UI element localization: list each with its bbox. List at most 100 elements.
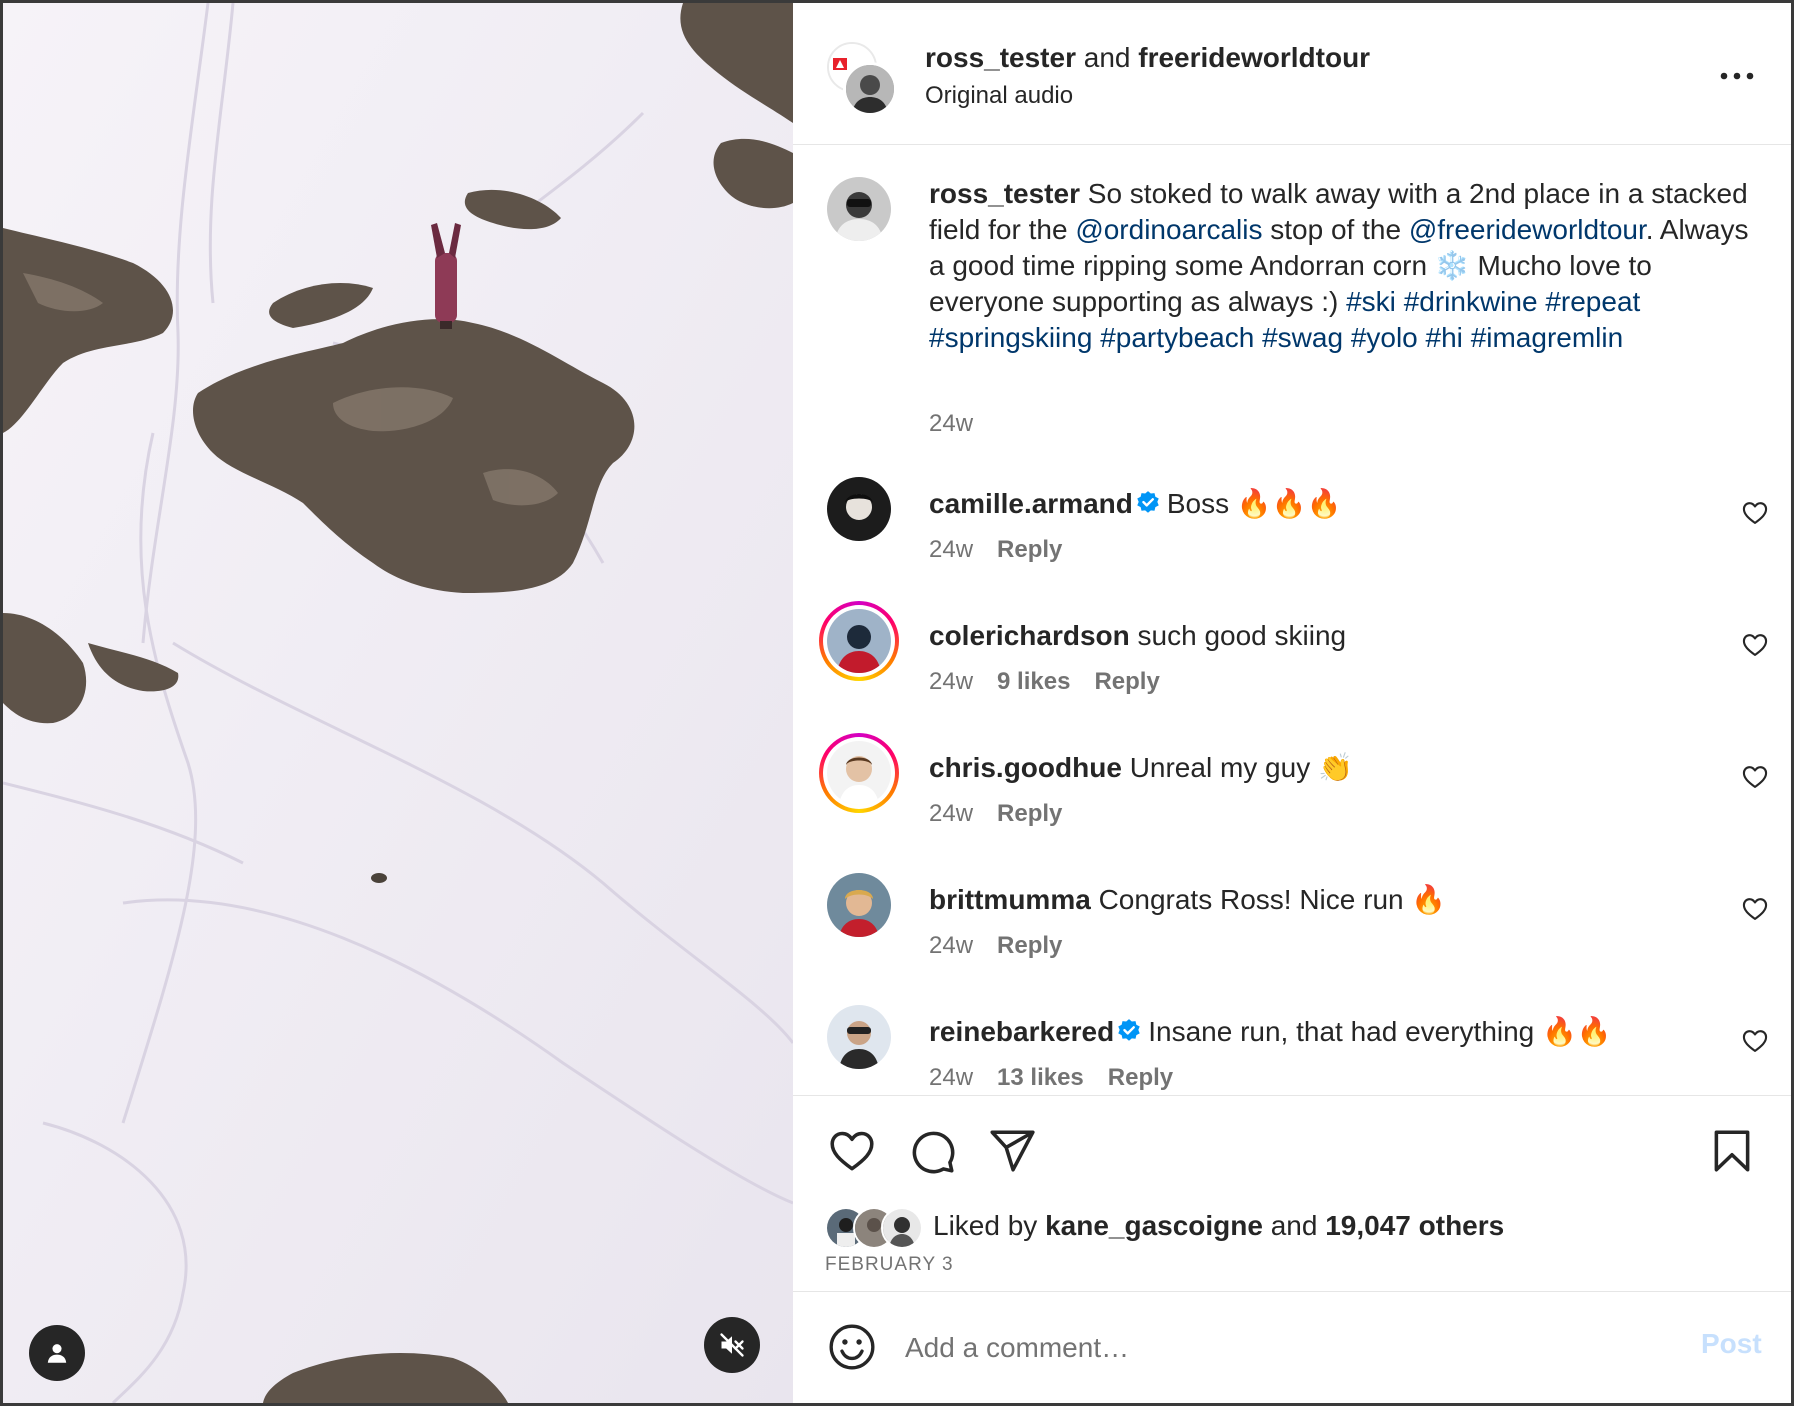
smiley-icon[interactable] xyxy=(827,1322,877,1372)
comment-text: brittmumma Congrats Ross! Nice run 🔥 xyxy=(929,883,1446,917)
comment-username[interactable]: brittmumma xyxy=(929,884,1091,915)
comment-avatar[interactable] xyxy=(827,1005,891,1069)
comment-time[interactable]: 24w xyxy=(929,668,973,695)
comment-text: reinebarkered Insane run, that had everyt… xyxy=(929,1015,1612,1049)
comment-body: Congrats Ross! Nice run 🔥 xyxy=(1098,884,1447,915)
comment-username[interactable]: reinebarkered xyxy=(929,1016,1114,1047)
caption-avatar[interactable] xyxy=(827,177,891,241)
profile-photo xyxy=(827,609,891,673)
liker-avatar xyxy=(881,1207,923,1249)
post-actions: Liked by kane_gascoigne and 19,047 other… xyxy=(793,1095,1791,1292)
hashtag-link[interactable]: #partybeach xyxy=(1100,322,1254,353)
hashtag-link[interactable]: #imagremlin xyxy=(1471,322,1624,353)
comment-item: reinebarkered Insane run, that had everyt… xyxy=(793,1005,1791,1095)
comment-time[interactable]: 24w xyxy=(929,536,973,563)
caption-text: ross_tester So stoked to walk away with … xyxy=(929,176,1749,356)
caption-username[interactable]: ross_tester xyxy=(929,178,1080,209)
reply-button[interactable]: Reply xyxy=(1094,668,1159,695)
liked-by-text: Liked by kane_gascoigne and 19,047 other… xyxy=(933,1209,1504,1243)
liked-by-prefix: Liked by xyxy=(933,1210,1038,1241)
share-icon[interactable] xyxy=(987,1126,1037,1176)
comment-item: chris.goodhue Unreal my guy 👏 24w Reply xyxy=(793,733,1791,871)
verified-badge-icon xyxy=(1118,1019,1140,1041)
bookmark-icon[interactable] xyxy=(1707,1126,1757,1176)
hashtag-link[interactable]: #hi xyxy=(1426,322,1463,353)
comment-meta: 24w Reply xyxy=(929,931,1086,961)
comment-username[interactable]: chris.goodhue xyxy=(929,752,1122,783)
comment-meta: 24w Reply xyxy=(929,799,1086,829)
story-ring[interactable] xyxy=(819,601,899,681)
comment-username[interactable]: colerichardson xyxy=(929,620,1130,651)
comment-body: Boss 🔥🔥🔥 xyxy=(1166,488,1342,519)
tagged-users-button[interactable] xyxy=(29,1325,85,1381)
comment-like-heart-icon[interactable] xyxy=(1741,631,1769,659)
comment-like-heart-icon[interactable] xyxy=(1741,895,1769,923)
comment-avatar xyxy=(827,741,891,805)
hashtag-link[interactable]: #springskiing xyxy=(929,322,1092,353)
comment-avatar[interactable] xyxy=(827,873,891,937)
comment-meta: 24w 13 likes Reply xyxy=(929,1063,1197,1093)
comment-meta: 24w Reply xyxy=(929,535,1086,565)
collab-avatars[interactable] xyxy=(827,42,897,116)
comment-body: Insane run, that had everything 🔥🔥 xyxy=(1148,1016,1612,1047)
caption-text-segment xyxy=(1396,286,1404,317)
author-username[interactable]: ross_tester xyxy=(925,42,1076,73)
post-side-panel: ross_tester and freerideworldtour Origin… xyxy=(793,3,1791,1403)
comment-body: such good skiing xyxy=(1137,620,1347,651)
comment-time[interactable]: 24w xyxy=(929,800,973,827)
comment-item: camille.armand Boss 🔥🔥🔥 24w Reply xyxy=(793,477,1791,607)
comment-like-heart-icon[interactable] xyxy=(1741,763,1769,791)
hashtag-link[interactable]: #drinkwine xyxy=(1404,286,1538,317)
comment-username[interactable]: camille.armand xyxy=(929,488,1133,519)
caption-text-segment xyxy=(1463,322,1471,353)
liked-by-avatars[interactable] xyxy=(825,1205,923,1249)
profile-photo xyxy=(827,741,891,805)
hashtag-link[interactable]: #yolo xyxy=(1351,322,1418,353)
hashtag-link[interactable]: #ski xyxy=(1346,286,1396,317)
reply-button[interactable]: Reply xyxy=(997,800,1062,827)
likes-count[interactable]: 19,047 others xyxy=(1325,1210,1504,1241)
hashtag-link[interactable]: #swag xyxy=(1262,322,1343,353)
comment-text: chris.goodhue Unreal my guy 👏 xyxy=(929,751,1353,785)
comment-time[interactable]: 24w xyxy=(929,1064,973,1091)
comment-like-heart-icon[interactable] xyxy=(1741,499,1769,527)
comment-text: colerichardson such good skiing xyxy=(929,619,1346,653)
comments-list[interactable]: ross_tester So stoked to walk away with … xyxy=(793,145,1791,1095)
comment-icon[interactable] xyxy=(907,1126,957,1176)
comment-input[interactable] xyxy=(903,1320,1667,1376)
reply-button[interactable]: Reply xyxy=(1108,1064,1173,1091)
reply-button[interactable]: Reply xyxy=(997,536,1062,563)
ski-video-frame xyxy=(3,3,793,1403)
post-header: ross_tester and freerideworldtour Origin… xyxy=(793,3,1791,145)
post-date[interactable]: FEBRUARY 3 xyxy=(825,1254,954,1276)
profile-photo xyxy=(827,477,891,541)
comment-time[interactable]: 24w xyxy=(929,932,973,959)
avatar-ross-tester[interactable] xyxy=(843,62,897,116)
mention-link[interactable]: @ordinoarcalis xyxy=(1075,214,1262,245)
caption-text-segment xyxy=(1254,322,1262,353)
mute-toggle-button[interactable] xyxy=(704,1317,760,1373)
more-options-button[interactable] xyxy=(1715,58,1759,94)
caption-time[interactable]: 24w xyxy=(929,410,973,437)
audio-label[interactable]: Original audio xyxy=(925,81,1073,111)
caption-text-segment: stop of the xyxy=(1262,214,1409,245)
comment-item: colerichardson such good skiing 24w 9 lik… xyxy=(793,601,1791,739)
post-comment-button[interactable]: Post xyxy=(1701,1328,1762,1360)
comment-meta: 24w 9 likes Reply xyxy=(929,667,1184,697)
comment-likes-count[interactable]: 9 likes xyxy=(997,668,1070,695)
hashtag-link[interactable]: #repeat xyxy=(1545,286,1640,317)
speaker-muted-icon xyxy=(720,1333,744,1357)
caption-text-segment xyxy=(1343,322,1351,353)
collaborator-username[interactable]: freerideworldtour xyxy=(1138,42,1370,73)
comment-likes-count[interactable]: 13 likes xyxy=(997,1064,1084,1091)
reply-button[interactable]: Reply xyxy=(997,932,1062,959)
liked-by-user[interactable]: kane_gascoigne xyxy=(1045,1210,1263,1241)
comment-avatar[interactable] xyxy=(827,477,891,541)
story-ring[interactable] xyxy=(819,733,899,813)
profile-photo xyxy=(827,177,891,241)
caption-text-segment xyxy=(1418,322,1426,353)
mention-link[interactable]: @freerideworldtour xyxy=(1409,214,1646,245)
heart-icon[interactable] xyxy=(827,1126,877,1176)
comment-like-heart-icon[interactable] xyxy=(1741,1027,1769,1055)
post-video[interactable] xyxy=(3,3,793,1403)
